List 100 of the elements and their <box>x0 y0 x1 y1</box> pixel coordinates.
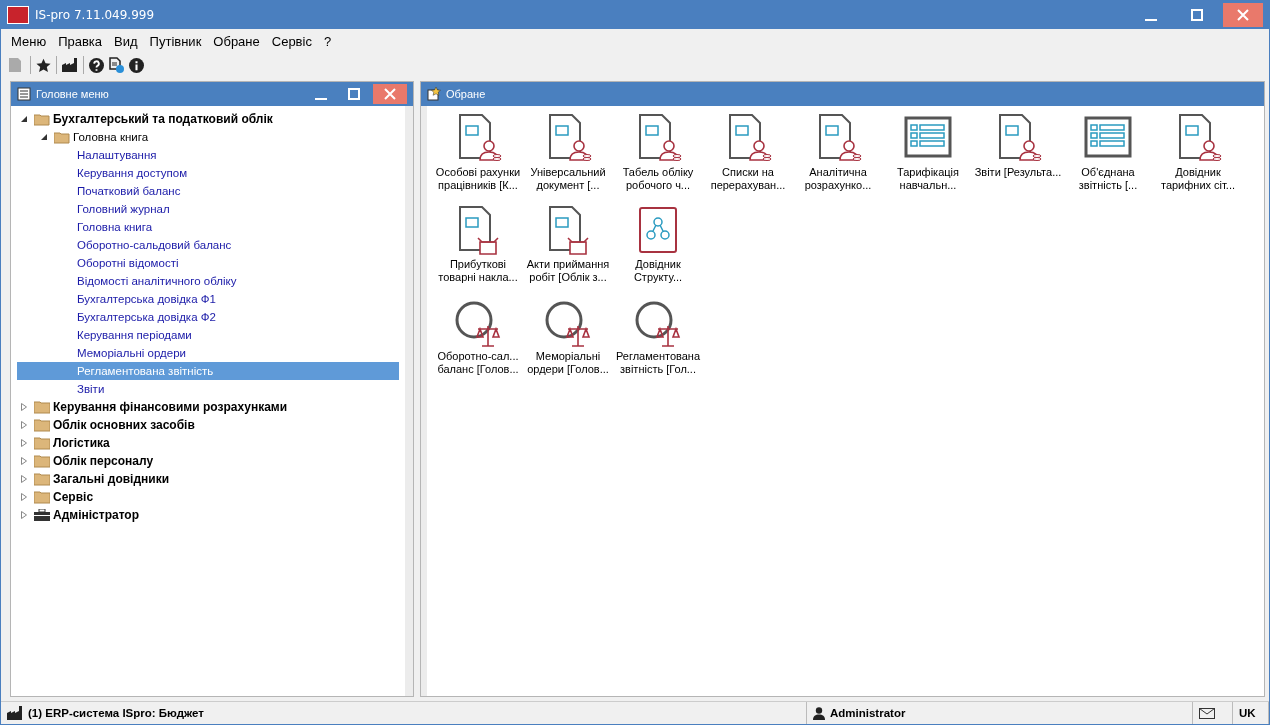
star-icon[interactable] <box>36 57 51 73</box>
menu-item[interactable]: Правка <box>52 33 109 49</box>
tree-row[interactable]: Сервіс <box>17 488 399 506</box>
tree-row[interactable]: Бухгалтерська довідка Ф1 <box>17 290 399 308</box>
tree-row[interactable]: Налаштування <box>17 146 399 164</box>
shortcut-label: Оборотно-сал... баланс [Голов... <box>436 350 520 376</box>
favorite-shortcut[interactable]: Меморіальні ордери [Голов... <box>523 296 613 384</box>
factory-icon[interactable] <box>62 58 78 72</box>
maximize-icon <box>348 88 360 100</box>
document-help-icon[interactable] <box>109 57 124 73</box>
tree-row[interactable]: Головна книга <box>17 218 399 236</box>
folder-icon <box>54 130 70 144</box>
favorite-shortcut[interactable]: Прибуткові товарні накла... <box>433 204 523 292</box>
tree-row[interactable]: Адміністратор <box>17 506 399 524</box>
tree-item-label: Початковий баланс <box>77 185 181 197</box>
tree-item-label: Оборотно-сальдовий баланс <box>77 239 232 251</box>
menu-list-icon <box>17 87 31 101</box>
collapsed-arrow-icon[interactable] <box>20 439 28 447</box>
folder-icon <box>34 454 50 468</box>
tree-item-label: Меморіальні ордери <box>77 347 186 359</box>
favorite-shortcut[interactable]: Особові рахунки працівників [К... <box>433 112 523 200</box>
shortcut-label: Об'єднана звітність [... <box>1077 166 1139 192</box>
menu-item[interactable]: Путівник <box>143 33 208 49</box>
expanded-arrow-icon[interactable] <box>20 115 28 123</box>
tree-row[interactable]: Загальні довідники <box>17 470 399 488</box>
close-icon <box>384 88 396 100</box>
collapsed-arrow-icon[interactable] <box>20 421 28 429</box>
tree-item-label: Керування доступом <box>77 167 188 179</box>
shortcut-label: Регламентована звітність [Гол... <box>614 350 702 376</box>
favorite-shortcut[interactable]: Універсальний документ [... <box>523 112 613 200</box>
tree-item-label: Оборотні відомості <box>77 257 179 269</box>
collapsed-arrow-icon[interactable] <box>20 511 28 519</box>
tree-item-label: Облік основних засобів <box>53 418 195 432</box>
close-button[interactable] <box>1223 3 1263 27</box>
tree-row[interactable]: Керування періодами <box>17 326 399 344</box>
folder-icon <box>34 400 50 414</box>
tree-row[interactable]: Бухгалтерський та податковий облік <box>17 110 399 128</box>
folder-icon <box>34 490 50 504</box>
collapsed-arrow-icon[interactable] <box>20 475 28 483</box>
tree-row[interactable]: Керування доступом <box>17 164 399 182</box>
menu-item[interactable]: ? <box>317 33 338 49</box>
favorite-shortcut[interactable]: Тарифікація навчальн... <box>883 112 973 200</box>
collapsed-arrow-icon[interactable] <box>20 493 28 501</box>
menu-item[interactable]: Вид <box>108 33 144 49</box>
tree-row[interactable]: Головний журнал <box>17 200 399 218</box>
user-icon <box>813 706 825 720</box>
favorite-shortcut[interactable]: Довідник Структу... <box>613 204 703 292</box>
tree-item-label: Головна книга <box>77 221 153 233</box>
tree-item-label: Бухгалтерська довідка Ф1 <box>77 293 216 305</box>
collapsed-arrow-icon[interactable] <box>20 457 28 465</box>
expanded-arrow-icon[interactable] <box>40 133 48 141</box>
favorite-shortcut[interactable]: Списки на перерахуван... <box>703 112 793 200</box>
favorite-shortcut[interactable]: Регламентована звітність [Гол... <box>613 296 703 384</box>
shortcut-label: Тарифікація навчальн... <box>896 166 960 192</box>
help-icon[interactable] <box>89 57 104 73</box>
mail-icon[interactable] <box>1199 707 1215 719</box>
tree-row[interactable]: Меморіальні ордери <box>17 344 399 362</box>
favorite-shortcut[interactable]: Оборотно-сал... баланс [Голов... <box>433 296 523 384</box>
tree-item-label: Відомості аналітичного обліку <box>77 275 237 287</box>
tree-row[interactable]: Головна книга <box>17 128 399 146</box>
tree-item-label: Керування фінансовими розрахунками <box>53 400 288 414</box>
tree-row[interactable]: Відомості аналітичного обліку <box>17 272 399 290</box>
favorite-shortcut[interactable]: Звіти [Результа... <box>973 112 1063 200</box>
tree-row[interactable]: Оборотні відомості <box>17 254 399 272</box>
language-indicator: UK <box>1239 707 1256 719</box>
tree-row[interactable]: Логістика <box>17 434 399 452</box>
tree-item-label: Бухгалтерський та податковий облік <box>53 112 273 126</box>
close-button[interactable] <box>373 84 407 104</box>
tree-item-label: Бухгалтерська довідка Ф2 <box>77 311 216 323</box>
tree-row[interactable]: Облік основних засобів <box>17 416 399 434</box>
favorite-shortcut[interactable]: Довідник тарифних сіт... <box>1153 112 1243 200</box>
panel-title: Обране <box>446 88 487 100</box>
shortcut-label: Акти приймання робіт [Облік з... <box>525 258 611 284</box>
tree-row[interactable]: Облік персоналу <box>17 452 399 470</box>
menu-item[interactable]: Обране <box>207 33 266 49</box>
tree-item-label: Регламентована звітність <box>77 365 214 377</box>
favorite-shortcut[interactable]: Аналітична розрахунко... <box>793 112 883 200</box>
app-logo-icon <box>7 6 29 24</box>
tree-row[interactable]: Початковий баланс <box>17 182 399 200</box>
tree-item-label: Головна книга <box>73 131 149 143</box>
info-icon[interactable] <box>129 57 144 73</box>
menu-item[interactable]: Сервіс <box>265 33 318 49</box>
favorite-shortcut[interactable]: Об'єднана звітність [... <box>1063 112 1153 200</box>
tree-row[interactable]: Керування фінансовими розрахунками <box>17 398 399 416</box>
favorite-shortcut[interactable]: Табель обліку робочого ч... <box>613 112 703 200</box>
menu-item[interactable]: Меню <box>5 33 53 49</box>
factory-icon <box>7 706 23 720</box>
tree-row[interactable]: Бухгалтерська довідка Ф2 <box>17 308 399 326</box>
window-title: IS-pro 7.11.049.999 <box>35 8 156 22</box>
favorites-icon <box>427 87 441 101</box>
minimize-icon <box>315 98 327 100</box>
tree-row[interactable]: Оборотно-сальдовий баланс <box>17 236 399 254</box>
minimize-icon <box>1145 19 1157 21</box>
shortcut-label: Аналітична розрахунко... <box>803 166 873 192</box>
tree-row[interactable]: Звіти <box>17 380 399 398</box>
maximize-icon <box>1191 9 1203 21</box>
folder-icon <box>34 436 50 450</box>
collapsed-arrow-icon[interactable] <box>20 403 28 411</box>
folder-icon <box>34 112 50 126</box>
favorite-shortcut[interactable]: Акти приймання робіт [Облік з... <box>523 204 613 292</box>
